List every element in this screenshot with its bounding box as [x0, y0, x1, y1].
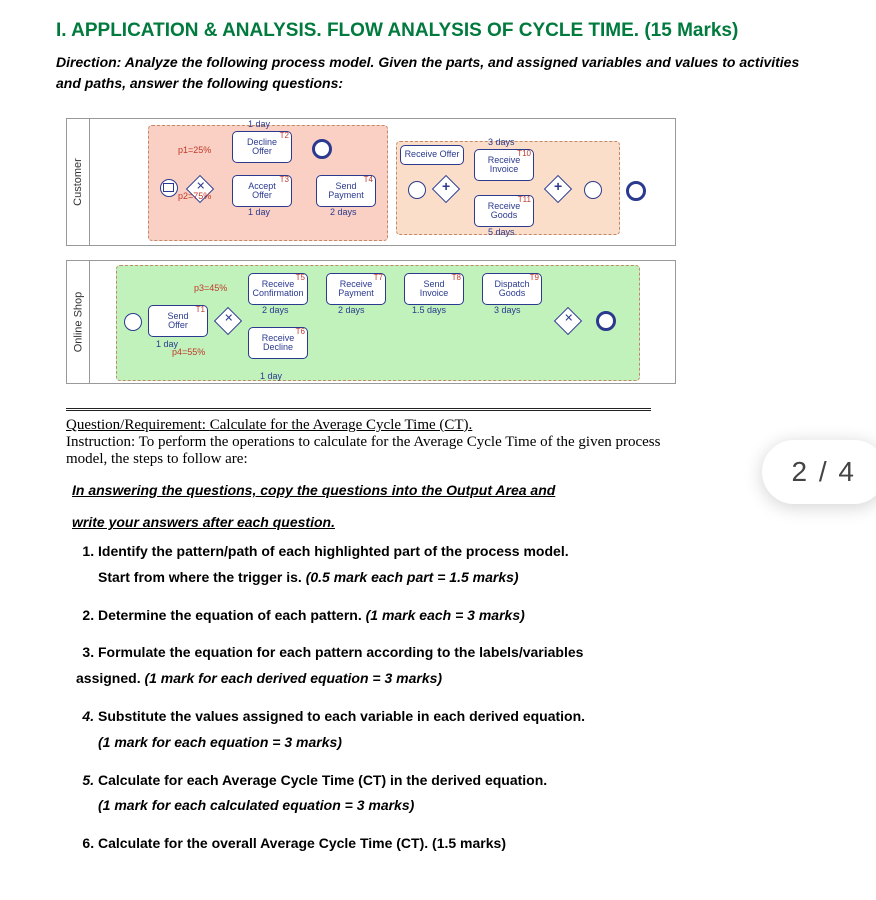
qreq-label: Question/Requirement: [66, 417, 210, 433]
lane-label-customer: Customer [66, 118, 90, 246]
prob-p2: p2=75% [178, 191, 211, 201]
page: I. APPLICATION & ANALYSIS. FLOW ANALYSIS… [0, 0, 876, 900]
q3-text-b: assigned. [76, 670, 144, 686]
task-dispatch-goods: T9 Dispatch Goods [482, 273, 542, 305]
task-recv-conf-l2: Confirmation [252, 289, 303, 298]
direction-body: Analyze the following process model. Giv… [56, 54, 799, 91]
dur-decline-offer: 1 day [248, 119, 270, 129]
direction-lead: Direction: [56, 54, 125, 70]
qreq-title: Calculate for the Average Cycle Time (CT… [210, 417, 473, 433]
task-receive-invoice-tid: T10 [517, 150, 531, 158]
task-recv-decline-l2: Decline [263, 343, 293, 352]
task-accept-offer: T3 Accept Offer [232, 175, 292, 207]
intermediate-event-1 [408, 181, 426, 199]
q3-marks: (1 mark for each derived equation = 3 ma… [144, 670, 442, 686]
question-5: Calculate for each Average Cycle Time (C… [98, 769, 820, 819]
task-receive-offer-c-l1: Receive Offer [405, 150, 460, 159]
task-decline-offer-l2: Offer [252, 147, 272, 156]
task-dispatch-goods-l2: Goods [499, 289, 526, 298]
task-send-invoice-l2: Invoice [420, 289, 449, 298]
task-receive-offer-c: Receive Offer [400, 145, 464, 165]
task-send-payment-tid: T4 [364, 176, 373, 184]
instruction-note: In answering the questions, copy the que… [72, 482, 820, 530]
task-dispatch-goods-tid: T9 [530, 274, 539, 282]
section-title: I. APPLICATION & ANALYSIS. FLOW ANALYSIS… [56, 20, 820, 42]
question-list: Identify the pattern/path of each highli… [56, 540, 820, 856]
lane-label-customer-text: Customer [72, 158, 84, 206]
q1-text-a: Identify the pattern/path of each highli… [98, 543, 569, 559]
task-send-offer: T1 Send Offer [148, 305, 208, 337]
task-receive-invoice-l2: Invoice [490, 165, 519, 174]
end-event-customer [626, 181, 646, 201]
direction-text: Direction: Analyze the following process… [56, 52, 820, 94]
question-4: Substitute the values assigned to each v… [98, 705, 820, 755]
task-send-offer-l2: Offer [168, 321, 188, 330]
task-recv-conf-tid: T5 [296, 274, 305, 282]
task-accept-offer-l2: Offer [252, 191, 272, 200]
q6-text: Calculate for the overall Average Cycle … [98, 835, 432, 851]
q1-marks: (0.5 mark each part = 1.5 marks) [306, 569, 519, 585]
prob-p1: p1=25% [178, 145, 211, 155]
question-requirement: Question/Requirement: Calculate for the … [66, 417, 686, 468]
dur-recv-conf: 2 days [262, 305, 289, 315]
q5-text: Calculate for each Average Cycle Time (C… [98, 772, 547, 788]
lane-shop: T1 Send Offer 1 day p3=45% p4=55% T5 Rec… [89, 260, 676, 384]
q3-text-a: Formulate the equation for each pattern … [98, 644, 583, 660]
qreq-instruction: Instruction: To perform the operations t… [66, 434, 660, 467]
task-recv-payment: T7 Receive Payment [326, 273, 386, 305]
intermediate-event-2 [584, 181, 602, 199]
task-send-payment: T4 Send Payment [316, 175, 376, 207]
dur-receive-goods: 5 days [488, 227, 515, 237]
task-send-invoice-tid: T8 [452, 274, 461, 282]
process-diagram: Customer p1=25% p2=75% T2 Decline Offer … [66, 112, 676, 392]
q4-text: Substitute the values assigned to each v… [98, 708, 585, 724]
note-line1: In answering the questions, copy the que… [72, 482, 555, 498]
task-receive-goods-l2: Goods [491, 211, 518, 220]
task-send-offer-tid: T1 [196, 306, 205, 314]
task-accept-offer-tid: T3 [280, 176, 289, 184]
dur-send-payment: 2 days [330, 207, 357, 217]
dur-dispatch-goods: 3 days [494, 305, 521, 315]
lane-customer: p1=25% p2=75% T2 Decline Offer 1 day T3 … [89, 118, 676, 246]
task-decline-offer-tid: T2 [280, 132, 289, 140]
task-recv-decline: T6 Receive Decline [248, 327, 308, 359]
dur-recv-payment: 2 days [338, 305, 365, 315]
prob-p3: p3=45% [194, 283, 227, 293]
task-send-payment-l2: Payment [328, 191, 364, 200]
task-recv-payment-tid: T7 [374, 274, 383, 282]
end-event-shop [596, 311, 616, 331]
task-receive-goods: T11 Receive Goods [474, 195, 534, 227]
task-decline-offer: T2 Decline Offer [232, 131, 292, 163]
dur-send-invoice: 1.5 days [412, 305, 446, 315]
dur-receive-invoice: 3 days [488, 137, 515, 147]
question-2: Determine the equation of each pattern. … [98, 604, 820, 628]
task-recv-payment-l2: Payment [338, 289, 374, 298]
dur-recv-decline: 1 day [260, 371, 282, 381]
start-event-shop [124, 313, 142, 331]
task-send-invoice: T8 Send Invoice [404, 273, 464, 305]
task-receive-invoice: T10 Receive Invoice [474, 149, 534, 181]
end-event-decline [312, 139, 332, 159]
divider [66, 408, 651, 411]
q4-marks: (1 mark for each equation = 3 marks) [98, 731, 820, 755]
note-line2: write your answers after each question. [72, 514, 335, 530]
question-1: Identify the pattern/path of each highli… [98, 540, 820, 590]
question-6: Calculate for the overall Average Cycle … [98, 832, 820, 856]
lane-label-shop: Online Shop [66, 260, 90, 384]
task-recv-decline-tid: T6 [296, 328, 305, 336]
q5-marks: (1 mark for each calculated equation = 3… [98, 794, 820, 818]
q2-marks: (1 mark each = 3 marks) [366, 607, 525, 623]
start-event-customer [160, 179, 178, 197]
dur-accept-offer: 1 day [248, 207, 270, 217]
q2-text: Determine the equation of each pattern. [98, 607, 366, 623]
page-indicator: 2 / 4 [762, 440, 876, 504]
task-receive-goods-tid: T11 [518, 196, 531, 204]
prob-p4: p4=55% [172, 347, 205, 357]
q1-text-b: Start from where the trigger is. [98, 569, 306, 585]
question-3: Formulate the equation for each pattern … [98, 641, 820, 691]
task-recv-conf: T5 Receive Confirmation [248, 273, 308, 305]
lane-label-shop-text: Online Shop [72, 292, 84, 353]
q6-marks: (1.5 marks) [432, 835, 506, 851]
